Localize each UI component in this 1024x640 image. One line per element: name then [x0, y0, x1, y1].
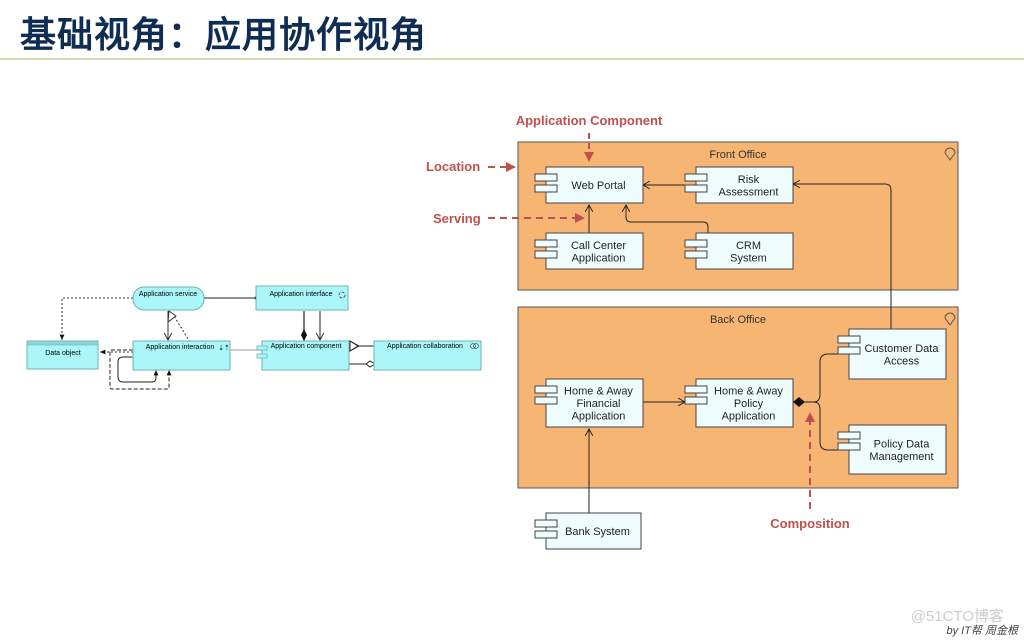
component-icon — [534, 519, 558, 528]
component-icon — [534, 385, 558, 394]
component-icon — [837, 335, 861, 344]
component-label: Home & Away — [564, 386, 633, 398]
component-label: Financial — [576, 398, 620, 410]
component-icon — [684, 385, 708, 394]
component-label: Home & Away — [714, 386, 783, 398]
annotation-composition: Composition — [770, 516, 849, 531]
component-label: Bank System — [565, 526, 630, 538]
component-icon — [837, 431, 861, 440]
component-web-portal[interactable]: Web Portal — [534, 166, 644, 204]
diagram-canvas: Application service Application interfac… — [26, 113, 959, 550]
component-risk-assessment[interactable]: RiskAssessment — [684, 166, 794, 204]
application-service-label: Application service — [139, 291, 197, 298]
application-interaction-node[interactable]: Application interaction ⇣⇡ — [132, 340, 231, 371]
component-label: Policy — [734, 398, 764, 410]
component-icon — [534, 173, 558, 182]
component-label: Application — [722, 411, 776, 423]
component-label: System — [730, 252, 767, 264]
component-label: Application — [572, 252, 626, 264]
front-office-label: Front Office — [709, 149, 766, 161]
component-label: CRM — [736, 240, 761, 252]
component-home-away-policy[interactable]: Home & AwayPolicyApplication — [684, 378, 794, 428]
annotation-application-component: Application Component — [516, 113, 663, 128]
component-icon — [684, 239, 708, 248]
interaction-icon: ⇣⇡ — [218, 344, 230, 352]
application-collaboration-node[interactable]: Application collaboration — [373, 340, 482, 371]
component-icon — [534, 239, 558, 248]
data-object-label: Data object — [45, 350, 80, 357]
component-label: Access — [884, 355, 920, 367]
back-office-label: Back Office — [710, 314, 766, 326]
component-label: Management — [869, 451, 933, 463]
application-interface-node[interactable]: Application interface — [255, 285, 349, 311]
application-service-node[interactable]: Application service — [132, 286, 205, 311]
component-label: Web Portal — [571, 180, 625, 192]
metamodel-diagram: Application service Application interfac… — [26, 285, 482, 390]
component-label: Customer Data — [865, 343, 940, 355]
example-diagram: Front Office Back Office Web PortalRiskA… — [426, 113, 959, 550]
realization-connector — [173, 315, 191, 343]
application-collaboration-label: Application collaboration — [387, 343, 463, 350]
annotation-serving: Serving — [433, 211, 481, 226]
application-component-node[interactable]: Application component — [256, 340, 350, 371]
component-policy-data-mgmt[interactable]: Policy DataManagement — [837, 424, 947, 475]
component-label: Application — [572, 411, 626, 423]
component-label: Assessment — [719, 186, 779, 198]
application-interface-label: Application interface — [269, 291, 332, 298]
component-crm-system[interactable]: CRMSystem — [684, 232, 794, 270]
application-interaction-label: Application interaction — [146, 344, 215, 351]
byline: by IT帮 周金根 — [946, 625, 1018, 637]
component-call-center[interactable]: Call CenterApplication — [534, 232, 644, 270]
component-icon — [256, 345, 268, 351]
component-customer-data-access[interactable]: Customer DataAccess — [837, 328, 947, 380]
component-home-away-financial[interactable]: Home & AwayFinancialApplication — [534, 378, 644, 428]
access-connector — [59, 297, 133, 340]
component-label: Call Center — [571, 240, 626, 252]
component-label: Policy Data — [874, 438, 931, 450]
component-icon — [684, 173, 708, 182]
component-bank-system[interactable]: Bank System — [534, 512, 642, 550]
application-component-label: Application component — [271, 343, 342, 350]
annotation-location: Location — [426, 159, 480, 174]
data-object-node[interactable]: Data object — [26, 340, 99, 370]
component-label: Risk — [738, 174, 760, 186]
